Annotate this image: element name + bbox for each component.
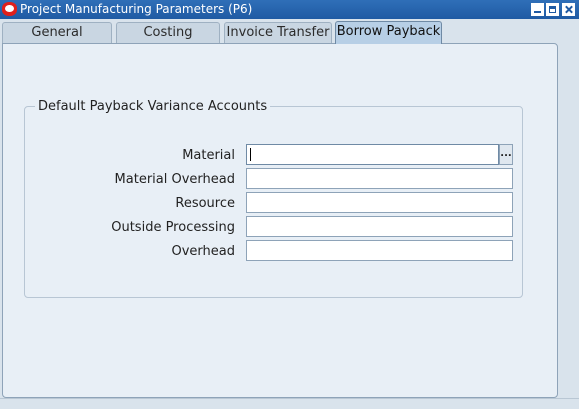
material-overhead-field[interactable] bbox=[246, 168, 513, 189]
maximize-icon[interactable] bbox=[546, 3, 559, 16]
tab-general[interactable]: General bbox=[2, 22, 112, 43]
text-cursor bbox=[250, 148, 251, 161]
material-label: Material bbox=[182, 148, 235, 163]
window-bottom-edge bbox=[0, 398, 579, 409]
outside-processing-field[interactable] bbox=[246, 216, 513, 237]
oracle-logo-icon bbox=[2, 2, 17, 16]
list-of-values-button[interactable]: ... bbox=[499, 144, 513, 165]
outside-processing-label: Outside Processing bbox=[111, 220, 235, 235]
tab-borrow-payback[interactable]: Borrow Payback bbox=[335, 21, 442, 44]
window-title: Project Manufacturing Parameters (P6) bbox=[20, 2, 253, 16]
overhead-label: Overhead bbox=[171, 244, 236, 259]
tab-costing[interactable]: Costing bbox=[116, 22, 220, 43]
material-field[interactable] bbox=[246, 144, 499, 165]
tab-invoice-transfer[interactable]: Invoice Transfer bbox=[224, 22, 332, 43]
resource-label: Resource bbox=[175, 196, 235, 211]
material-overhead-label: Material Overhead bbox=[114, 172, 235, 187]
resource-field[interactable] bbox=[246, 192, 513, 213]
window-titlebar[interactable]: Project Manufacturing Parameters (P6) bbox=[0, 0, 579, 19]
close-icon[interactable] bbox=[562, 3, 575, 16]
group-title: Default Payback Variance Accounts bbox=[35, 99, 271, 114]
overhead-field[interactable] bbox=[246, 240, 513, 261]
minimize-icon[interactable] bbox=[531, 3, 544, 16]
tab-bar: General Costing Invoice Transfer Borrow … bbox=[0, 21, 579, 44]
